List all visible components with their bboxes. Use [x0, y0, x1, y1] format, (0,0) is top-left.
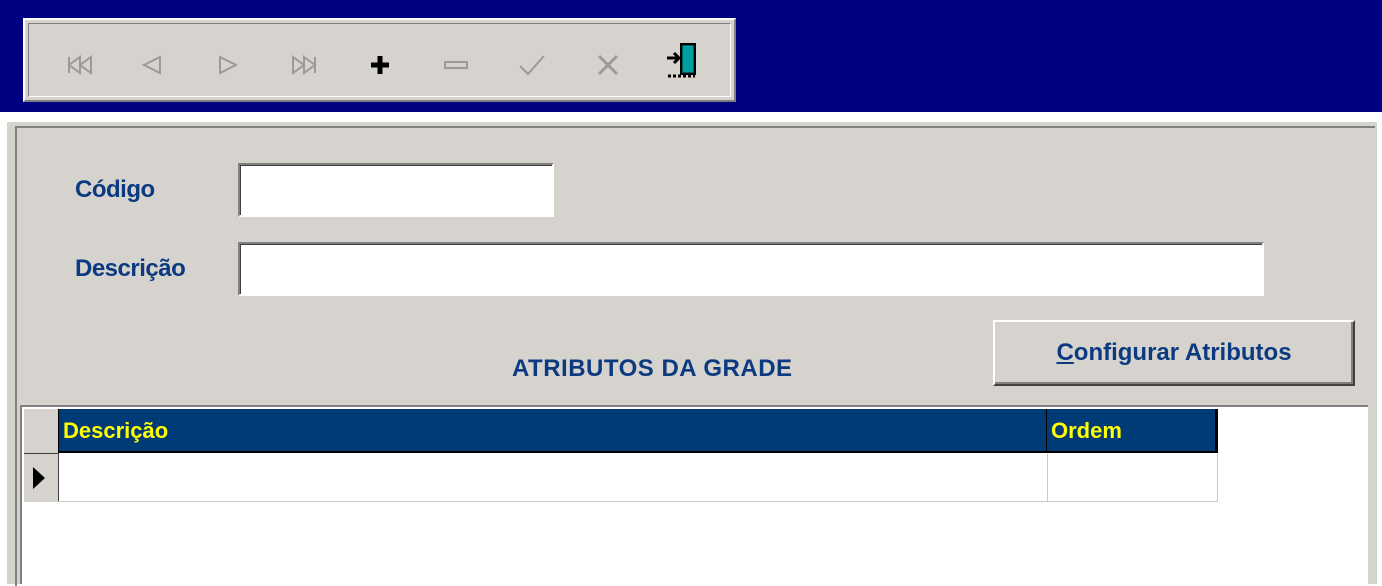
- atributos-section-title: ATRIBUTOS DA GRADE: [512, 355, 793, 382]
- grid-header-descricao[interactable]: Descrição: [58, 409, 1068, 453]
- exit-door-icon: [667, 43, 696, 78]
- next-record-icon: [219, 55, 239, 75]
- next-record-button[interactable]: [211, 48, 245, 82]
- descricao-input[interactable]: [244, 246, 1258, 292]
- grid-header-ordem[interactable]: Ordem: [1046, 409, 1218, 453]
- current-row-arrow-icon: [33, 467, 45, 489]
- exit-button[interactable]: [665, 42, 699, 78]
- delete-record-icon: [444, 61, 468, 69]
- configurar-atributos-button[interactable]: Configurar Atributos: [993, 320, 1355, 386]
- codigo-field[interactable]: [238, 163, 554, 217]
- db-navigator-toolbar: [23, 18, 736, 102]
- post-edit-button[interactable]: [515, 48, 549, 82]
- grid-header-corner: [24, 409, 59, 454]
- descricao-label: Descrição: [75, 255, 186, 282]
- codigo-input[interactable]: [244, 167, 548, 213]
- table-row-cell-descricao[interactable]: [58, 454, 1048, 502]
- configurar-atributos-label: onfigurar Atributos: [1073, 339, 1292, 366]
- insert-record-icon: [371, 56, 389, 74]
- codigo-label: Código: [75, 176, 155, 203]
- last-record-icon: [292, 55, 317, 75]
- post-edit-icon: [519, 55, 545, 76]
- prior-record-button[interactable]: [135, 48, 169, 82]
- descricao-field[interactable]: [238, 242, 1264, 296]
- row-indicator: [24, 454, 59, 502]
- top-bar: [0, 0, 1382, 112]
- first-record-icon: [67, 55, 92, 75]
- cancel-edit-button[interactable]: [591, 48, 625, 82]
- delete-record-button[interactable]: [439, 48, 473, 82]
- insert-record-button[interactable]: [363, 48, 397, 82]
- prior-record-icon: [141, 55, 161, 75]
- first-record-button[interactable]: [63, 48, 97, 82]
- atributos-grid[interactable]: Descrição Ordem: [20, 405, 1368, 584]
- hotkey-letter: C: [1056, 339, 1074, 366]
- cancel-edit-icon: [597, 54, 619, 76]
- table-row-cell-ordem[interactable]: [1048, 454, 1218, 502]
- last-record-button[interactable]: [287, 48, 321, 82]
